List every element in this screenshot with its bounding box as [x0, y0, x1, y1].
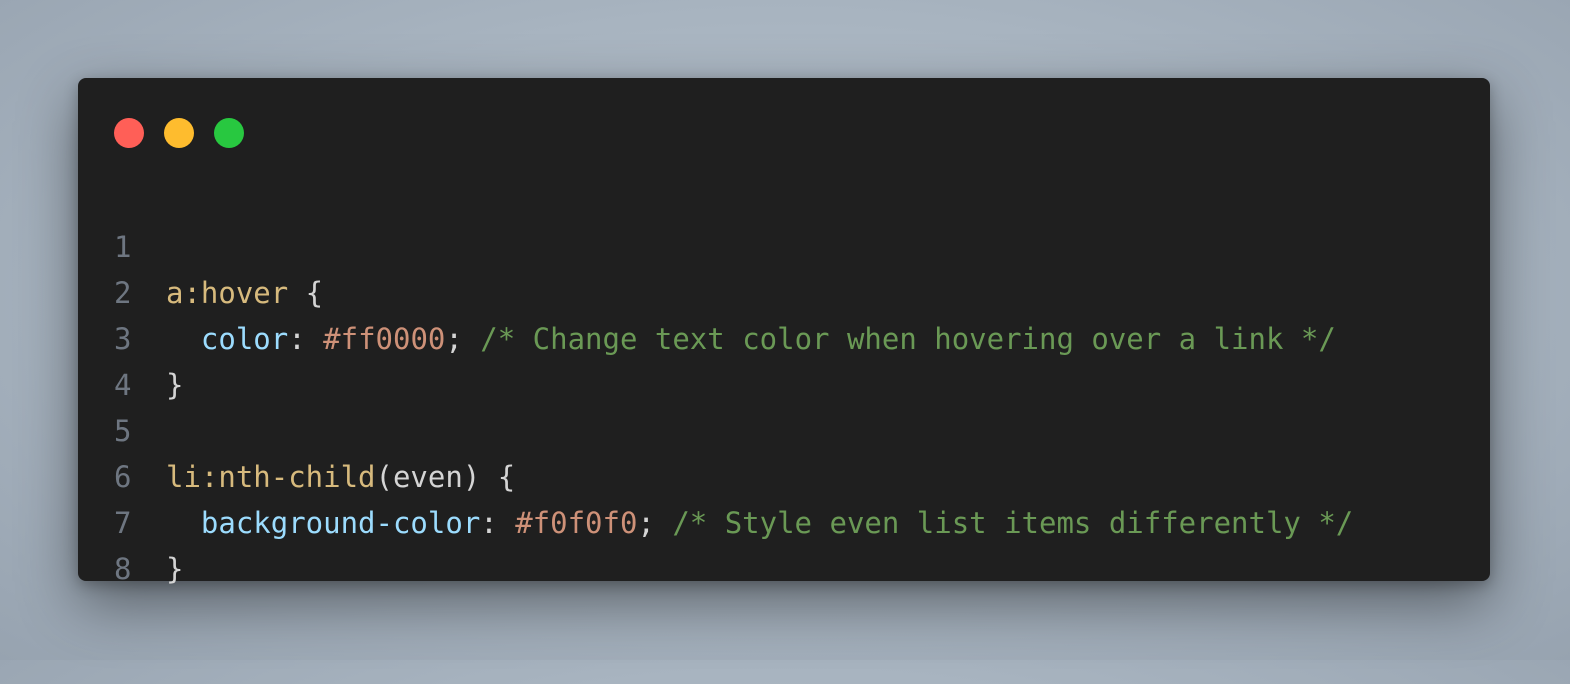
code-window: 1 a:hover { 2 color: #ff0000; /* Change …: [78, 78, 1490, 586]
line-number: 8: [114, 552, 132, 586]
code-line: 4: [78, 316, 1490, 402]
code-line: 3 }: [78, 270, 1490, 402]
minimize-window-icon[interactable]: [164, 118, 194, 148]
code-line: 2 color: #ff0000; /* Change text color w…: [78, 224, 1490, 356]
code-line: 6 background-color: #f0f0f0; /* Style ev…: [78, 408, 1490, 540]
code-line: 8: [78, 500, 1490, 586]
code-editor[interactable]: 1 a:hover { 2 color: #ff0000; /* Change …: [78, 178, 1490, 586]
maximize-window-icon[interactable]: [214, 118, 244, 148]
code-line: 7 }: [78, 454, 1490, 586]
code-line: 1 a:hover {: [78, 178, 1490, 310]
close-window-icon[interactable]: [114, 118, 144, 148]
code-line: 5 li:nth-child(even) {: [78, 362, 1490, 494]
